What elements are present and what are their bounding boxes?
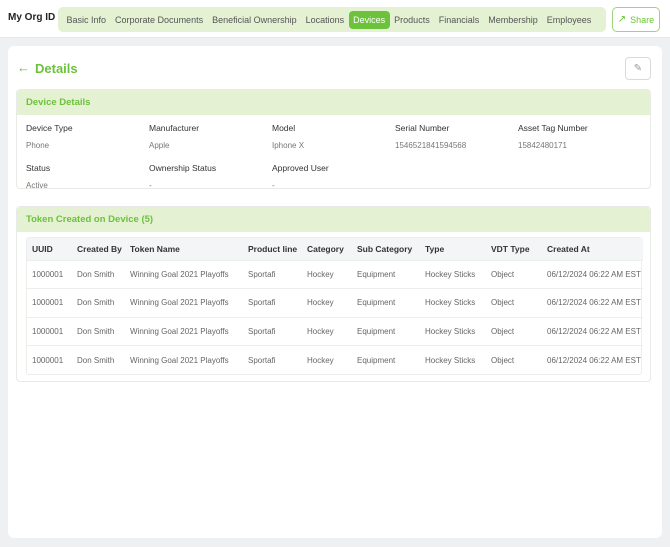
- field-value: Iphone X: [272, 141, 305, 150]
- field-label: Manufacturer: [149, 123, 200, 133]
- cell-sub-category: Equipment: [352, 345, 420, 374]
- field-label: Serial Number: [395, 123, 450, 133]
- column-header-category[interactable]: Category: [302, 238, 352, 260]
- tab-products[interactable]: Products: [390, 11, 435, 29]
- cell-category: Hockey: [302, 345, 352, 374]
- field-value: -: [149, 181, 152, 190]
- table-row[interactable]: 1000001 Don Smith Winning Goal 2021 Play…: [27, 259, 643, 289]
- device-details-card: Device Details Device Type Phone Manufac…: [16, 89, 651, 190]
- cell-sub-category: Equipment: [352, 259, 420, 289]
- tab-membership[interactable]: Membership: [484, 11, 543, 29]
- tab-basic-info[interactable]: Basic Info: [62, 11, 111, 29]
- table-row[interactable]: 1000001 Don Smith Winning Goal 2021 Play…: [27, 316, 643, 346]
- field-value: 1546521841594568: [395, 141, 467, 150]
- tab-locations[interactable]: Locations: [301, 11, 349, 29]
- cell-product-line: Sportafi: [243, 288, 302, 317]
- cell-created-by: Don Smith: [72, 288, 125, 317]
- tokens-header: Token Created on Device (5): [17, 207, 650, 232]
- tab-beneficial-ownership[interactable]: Beneficial Ownership: [208, 11, 302, 29]
- column-header-vdt-type[interactable]: VDT Type: [486, 238, 542, 260]
- cell-created-at: 06/12/2024 06:22 AM EST: [542, 288, 643, 317]
- cell-category: Hockey: [302, 316, 352, 346]
- field-label: Device Type: [26, 123, 73, 133]
- field-ownership-status: Ownership Status -: [149, 163, 216, 190]
- tab-devices[interactable]: Devices: [348, 10, 390, 29]
- cell-created-by: Don Smith: [72, 259, 125, 289]
- column-header-type[interactable]: Type: [420, 238, 486, 260]
- tab-employees[interactable]: Employees: [542, 11, 596, 29]
- tab-financials[interactable]: Financials: [434, 11, 484, 29]
- column-header-created-at[interactable]: Created At: [542, 238, 643, 260]
- field-label: Status: [26, 163, 51, 173]
- cell-type: Hockey Sticks: [420, 288, 486, 317]
- field-serial-number: Serial Number 1546521841594568: [395, 123, 466, 150]
- field-label: Asset Tag Number: [518, 123, 588, 133]
- cell-vdt-type: Object: [486, 259, 542, 289]
- cell-vdt-type: Object: [486, 345, 542, 374]
- field-value: Apple: [149, 141, 170, 150]
- column-header-created-by[interactable]: Created By: [72, 238, 125, 260]
- back-arrow-icon[interactable]: ←: [17, 60, 30, 76]
- cell-category: Hockey: [302, 288, 352, 317]
- cell-token-name: Winning Goal 2021 Playoffs: [125, 288, 243, 317]
- cell-created-at: 06/12/2024 06:22 AM EST: [542, 345, 643, 374]
- cell-vdt-type: Object: [486, 316, 542, 346]
- cell-uuid: 1000001: [27, 345, 72, 374]
- pencil-icon: ✎: [633, 63, 643, 74]
- cell-uuid: 1000001: [27, 259, 72, 289]
- cell-product-line: Sportafi: [243, 345, 302, 374]
- cell-created-by: Don Smith: [72, 345, 125, 374]
- field-device-type: Device Type Phone: [26, 123, 73, 150]
- cell-uuid: 1000001: [27, 288, 72, 317]
- field-value: -: [272, 181, 275, 190]
- cell-type: Hockey Sticks: [420, 316, 486, 346]
- cell-type: Hockey Sticks: [420, 259, 486, 289]
- cell-type: Hockey Sticks: [420, 345, 486, 374]
- org-title: My Org ID: [8, 12, 56, 23]
- field-status: Status Active: [26, 163, 50, 190]
- share-button[interactable]: ↗ Share: [612, 7, 660, 32]
- edit-button[interactable]: ✎: [625, 57, 651, 80]
- cell-token-name: Winning Goal 2021 Playoffs: [125, 259, 243, 289]
- tokens-card: Token Created on Device (5) UUID Created…: [16, 206, 651, 382]
- cell-token-name: Winning Goal 2021 Playoffs: [125, 345, 243, 374]
- arrow-up-right-icon: ↗: [617, 13, 627, 25]
- field-approved-user: Approved User -: [272, 163, 329, 190]
- column-header-token-name[interactable]: Token Name: [125, 238, 243, 260]
- tab-corporate-documents[interactable]: Corporate Documents: [111, 11, 208, 29]
- field-value: Active: [26, 181, 48, 190]
- cell-created-at: 06/12/2024 06:22 AM EST: [542, 259, 643, 289]
- field-label: Ownership Status: [149, 163, 217, 173]
- field-label: Model: [272, 123, 296, 133]
- cell-product-line: Sportafi: [243, 259, 302, 289]
- cell-uuid: 1000001: [27, 316, 72, 346]
- field-value: 15842480171: [518, 141, 567, 150]
- top-bar: My Org ID Basic Info Corporate Documents…: [0, 0, 670, 38]
- column-header-product-line[interactable]: Product line: [243, 238, 302, 260]
- cell-created-at: 06/12/2024 06:22 AM EST: [542, 316, 643, 346]
- field-model: Model Iphone X: [272, 123, 304, 150]
- field-asset-tag-number: Asset Tag Number 15842480171: [518, 123, 588, 150]
- field-value: Phone: [26, 141, 50, 150]
- cell-category: Hockey: [302, 259, 352, 289]
- cell-product-line: Sportafi: [243, 316, 302, 346]
- cell-token-name: Winning Goal 2021 Playoffs: [125, 316, 243, 346]
- table-header-row: UUID Created By Token Name Product line …: [27, 238, 643, 260]
- column-header-uuid[interactable]: UUID: [27, 238, 72, 260]
- field-manufacturer: Manufacturer Apple: [149, 123, 199, 150]
- device-details-header: Device Details: [17, 90, 650, 115]
- table-row[interactable]: 1000001 Don Smith Winning Goal 2021 Play…: [27, 345, 643, 374]
- main-panel: ← Details ✎ Device Details Device Type P…: [8, 46, 662, 538]
- page-title: Details: [35, 61, 78, 76]
- field-label: Approved User: [272, 163, 329, 173]
- cell-vdt-type: Object: [486, 288, 542, 317]
- column-header-sub-category[interactable]: Sub Category: [352, 238, 420, 260]
- cell-sub-category: Equipment: [352, 288, 420, 317]
- cell-sub-category: Equipment: [352, 316, 420, 346]
- section-tabs: Basic Info Corporate Documents Beneficia…: [58, 7, 606, 32]
- cell-created-by: Don Smith: [72, 316, 125, 346]
- table-row[interactable]: 1000001 Don Smith Winning Goal 2021 Play…: [27, 288, 643, 317]
- tokens-table: UUID Created By Token Name Product line …: [26, 237, 643, 375]
- share-label: Share: [630, 14, 655, 25]
